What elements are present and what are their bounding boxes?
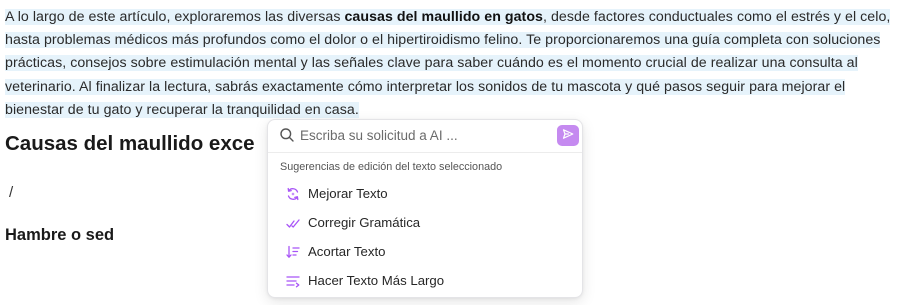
intro-text-bold: causas del maullido en gatos <box>344 9 543 25</box>
menu-item-lengthen-text[interactable]: Hacer Texto Más Largo <box>276 268 576 294</box>
selected-text[interactable]: A lo largo de este artículo, exploraremo… <box>5 9 891 118</box>
search-icon <box>279 127 295 143</box>
slash-command-line[interactable]: / <box>9 184 13 201</box>
improve-icon <box>286 187 300 201</box>
subsection-heading[interactable]: Hambre o sed <box>5 226 114 245</box>
menu-item-improve-text[interactable]: Mejorar Texto <box>276 181 576 207</box>
suggestions-label: Sugerencias de edición del texto selecci… <box>280 161 503 173</box>
send-button[interactable] <box>557 125 579 146</box>
menu-item-label: Acortar Texto <box>308 244 386 259</box>
menu-item-label: Hacer Texto Más Largo <box>308 273 445 288</box>
menu-item-fix-grammar[interactable]: Corregir Gramática <box>276 210 576 236</box>
menu-item-label: Mejorar Texto <box>308 186 388 201</box>
ai-search-bar <box>268 120 582 153</box>
intro-paragraph[interactable]: A lo largo de este artículo, exploraremo… <box>5 6 898 122</box>
intro-text-end: , desde factores conductuales como el es… <box>5 9 891 118</box>
menu-item-label: Corregir Gramática <box>308 215 421 230</box>
intro-text-start: A lo largo de este artículo, exploraremo… <box>5 9 345 25</box>
shorten-icon <box>286 245 300 259</box>
send-icon <box>562 127 574 145</box>
grammar-check-icon <box>286 216 300 230</box>
section-heading[interactable]: Causas del maullido exce <box>5 132 255 156</box>
lengthen-icon <box>286 274 300 288</box>
menu-item-shorten-text[interactable]: Acortar Texto <box>276 239 576 265</box>
ai-assistant-popup: Sugerencias de edición del texto selecci… <box>267 119 583 298</box>
ai-prompt-input[interactable] <box>300 125 540 145</box>
